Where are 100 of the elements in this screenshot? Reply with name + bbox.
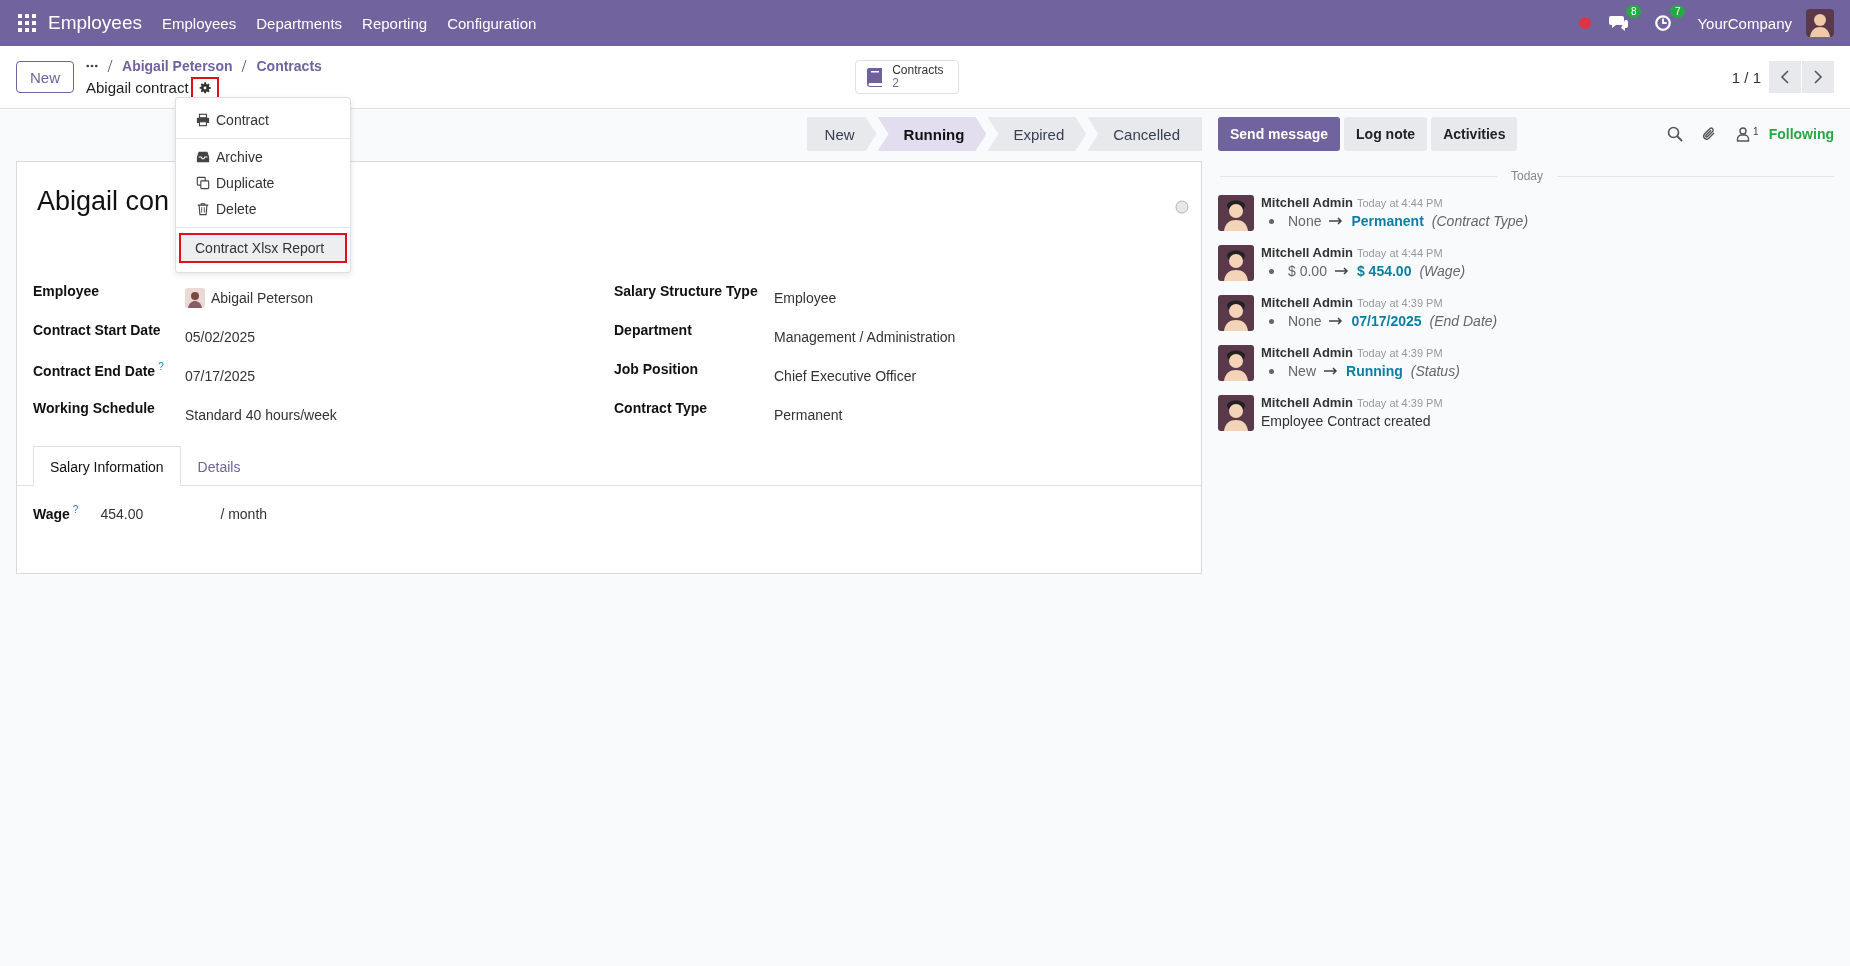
notification-badge: 7 (1669, 5, 1686, 18)
field-label: Employee (33, 283, 100, 299)
arrow-icon (1324, 367, 1338, 375)
field-label: Contract Start Date (33, 322, 161, 338)
field-value[interactable]: Management / Administration (774, 328, 956, 345)
field-name: (Status) (1410, 363, 1460, 379)
field-value[interactable]: Abigail Peterson (211, 289, 313, 306)
chatter-button[interactable]: Log note (1344, 117, 1428, 151)
field-label: Wage (33, 505, 70, 522)
settings-icon[interactable] (197, 80, 212, 95)
chatter-button[interactable]: Send message (1218, 117, 1341, 151)
date-divider: Today (1511, 169, 1543, 183)
message-author[interactable]: Mitchell Admin (1261, 245, 1353, 260)
message-time: Today at 4:39 PM (1356, 397, 1443, 409)
nav-menu-item[interactable]: Reporting (362, 14, 428, 32)
contracts-smart-button[interactable]: Contracts 2 (855, 60, 959, 94)
person-icon[interactable] (1735, 126, 1752, 142)
arrow-icon (1334, 267, 1349, 275)
menu-item[interactable]: Contract (176, 107, 350, 133)
record-name: Abigail contract (86, 79, 189, 96)
help-tooltip[interactable]: ? (158, 361, 164, 372)
bullet-icon (1269, 318, 1274, 324)
field-label: Salary Structure Type (614, 283, 758, 299)
new-value: $ 454.00 (1356, 263, 1412, 279)
follower-count: 1 (1753, 126, 1759, 137)
book-icon[interactable] (866, 67, 885, 87)
next-button[interactable] (1802, 61, 1834, 93)
previous-button[interactable] (1769, 61, 1801, 93)
bullet-icon (1269, 368, 1274, 374)
field-label: Working Schedule (33, 400, 155, 416)
old-value: New (1288, 363, 1316, 379)
notebook-tab[interactable]: Salary Information (33, 446, 181, 486)
notebook-tab[interactable]: Details (180, 446, 258, 486)
user-avatar[interactable] (1218, 295, 1254, 331)
menu-item[interactable]: Archive (176, 144, 350, 170)
nav-menu-item[interactable]: Departments (256, 14, 343, 32)
field-value[interactable]: Employee (774, 289, 837, 306)
field-name: (End Date) (1429, 313, 1498, 329)
message-time: Today at 4:44 PM (1356, 247, 1443, 259)
field-name: (Wage) (1419, 263, 1466, 279)
field-label: Contract End Date (33, 362, 156, 379)
message-time: Today at 4:44 PM (1356, 197, 1443, 209)
breadcrumb-link[interactable]: Abigail Peterson (122, 57, 233, 74)
inbox-icon (196, 150, 210, 164)
field-value[interactable]: 454.00 (100, 505, 221, 522)
user-avatar[interactable] (1218, 245, 1254, 281)
app-name[interactable]: Employees (48, 12, 142, 34)
status-stage[interactable]: New (806, 117, 877, 151)
user-avatar[interactable] (1218, 195, 1254, 231)
status-stage[interactable]: Running (877, 117, 987, 151)
nav-menu-item[interactable]: Employees (162, 14, 237, 32)
menu-item[interactable]: Duplicate (176, 170, 350, 196)
chatter-button[interactable]: Activities (1431, 117, 1518, 151)
old-value: $ 0.00 (1288, 263, 1327, 279)
record-title: Abigail con (37, 186, 170, 217)
status-dot-icon (1579, 17, 1592, 29)
search-icon[interactable] (1667, 126, 1684, 142)
menu-item[interactable]: Delete (176, 196, 350, 222)
bullet-icon (1269, 268, 1274, 274)
copy-icon (196, 176, 210, 190)
company-name[interactable]: YourCompany (1697, 14, 1792, 32)
field-value[interactable]: 07/17/2025 (185, 367, 256, 384)
message-author[interactable]: Mitchell Admin (1261, 295, 1353, 310)
chevron-left-icon[interactable] (1780, 69, 1790, 85)
old-value: None (1288, 313, 1322, 329)
clock-icon[interactable] (1653, 14, 1674, 32)
nav-menu-item[interactable]: Configuration (447, 14, 537, 32)
notification-badge: 8 (1625, 5, 1642, 18)
help-tooltip[interactable]: ? (72, 504, 79, 515)
new-button[interactable]: New (16, 61, 74, 93)
old-value: None (1288, 213, 1322, 229)
field-value[interactable]: 05/02/2025 (185, 328, 256, 345)
field-name: (Contract Type) (1431, 213, 1529, 229)
separator-icon (241, 59, 248, 72)
message-author[interactable]: Mitchell Admin (1261, 395, 1353, 410)
new-value: Running (1346, 363, 1403, 379)
user-avatar[interactable] (1218, 345, 1254, 381)
status-stage[interactable]: Cancelled (1087, 117, 1202, 151)
separator-icon (107, 59, 113, 72)
printer-icon (196, 113, 210, 127)
chevron-right-icon[interactable] (1813, 69, 1823, 85)
message-author[interactable]: Mitchell Admin (1261, 345, 1353, 360)
message-author[interactable]: Mitchell Admin (1261, 195, 1353, 210)
field-value[interactable]: Permanent (774, 406, 843, 423)
user-avatar[interactable] (1806, 9, 1834, 37)
arrow-icon (1329, 217, 1344, 225)
field-label: Job Position (614, 361, 698, 377)
apps-menu-icon[interactable] (18, 14, 36, 32)
employee-avatar (185, 287, 205, 308)
field-value[interactable]: Chief Executive Officer (774, 367, 917, 384)
menu-item[interactable]: Contract Xlsx Report (179, 233, 347, 263)
breadcrumb-link[interactable]: Contracts (256, 57, 322, 74)
field-label: Contract Type (614, 400, 708, 416)
message-text: Employee Contract created (1261, 413, 1432, 429)
chat-icon[interactable] (1609, 14, 1630, 32)
user-avatar[interactable] (1218, 395, 1254, 431)
more-icon[interactable] (86, 63, 98, 68)
message-time: Today at 4:39 PM (1356, 347, 1443, 359)
status-stage[interactable]: Expired (987, 117, 1087, 151)
field-value[interactable]: Standard 40 hours/week (185, 406, 337, 423)
